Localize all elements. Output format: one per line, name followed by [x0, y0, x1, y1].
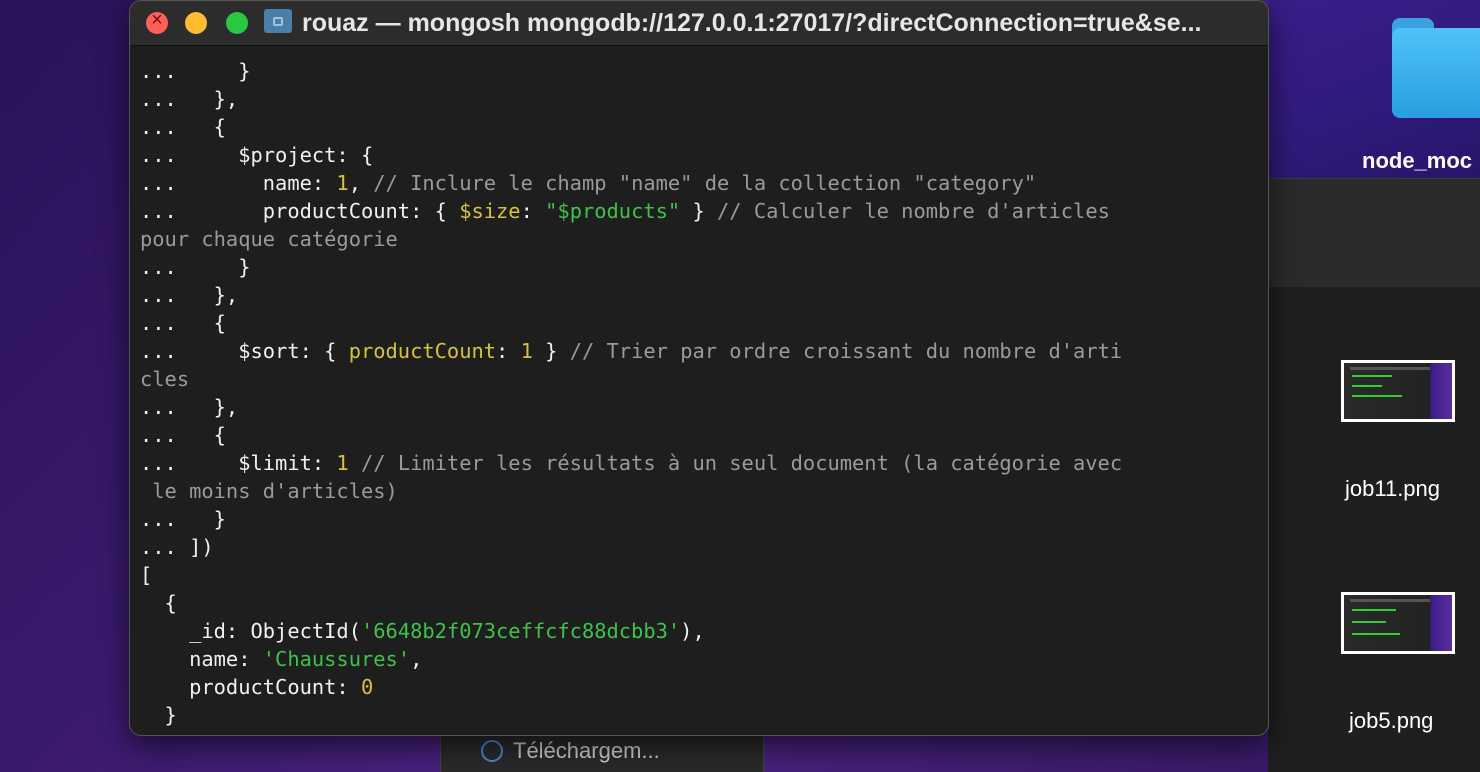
finder-toolbar-strip — [1268, 178, 1480, 288]
terminal-text: } — [532, 339, 570, 363]
terminal-text: 1 — [520, 339, 533, 363]
terminal-text: // Limiter les résultats à un seul docum… — [360, 451, 1123, 475]
minimize-window-button[interactable] — [185, 12, 207, 34]
close-window-button[interactable] — [146, 9, 168, 34]
terminal-text: ... $limit: — [140, 451, 337, 475]
terminal-line: cles — [140, 365, 1260, 393]
terminal-text: 'Chaussures' — [262, 647, 411, 671]
terminal-line: ... name: 1, // Inclure le champ "name" … — [140, 169, 1260, 197]
terminal-text: ... $sort: { — [140, 339, 349, 363]
terminal-text: ... }, — [140, 395, 239, 419]
terminal-text: productCount — [348, 339, 497, 363]
folder-label[interactable]: node_moc — [1362, 148, 1472, 174]
terminal-line: le moins d'articles) — [140, 477, 1260, 505]
file-thumbnail-job11[interactable] — [1341, 360, 1455, 422]
terminal-text: name: — [140, 647, 263, 671]
terminal-text: [ — [140, 563, 153, 587]
terminal-text: } — [140, 703, 177, 727]
terminal-text: ... } — [140, 59, 251, 83]
terminal-text: : — [496, 339, 521, 363]
terminal-line: pour chaque catégorie — [140, 225, 1260, 253]
terminal-text: $size — [459, 199, 521, 223]
terminal-text: ... }, — [140, 87, 239, 111]
terminal-text: ... } — [140, 255, 251, 279]
terminal-line: ... $project: { — [140, 141, 1260, 169]
terminal-text: pour chaque catégorie — [140, 227, 398, 251]
downloads-label: Téléchargem... — [513, 737, 660, 763]
file-thumbnail-job5[interactable] — [1341, 592, 1455, 654]
terminal-line: ... $sort: { productCount: 1 } // Trier … — [140, 337, 1260, 365]
terminal-line: ... { — [140, 421, 1260, 449]
terminal-text: ... { — [140, 423, 226, 447]
window-title: rouaz — mongosh mongodb://127.0.0.1:2701… — [302, 9, 1202, 37]
terminal-text: , — [348, 171, 374, 195]
terminal-text: 1 — [336, 451, 349, 475]
terminal-line: ... } — [140, 57, 1260, 85]
terminal-line: ... productCount: { $size: "$products" }… — [140, 197, 1260, 225]
terminal-text: // Inclure le champ "name" de la collect… — [373, 171, 1037, 195]
terminal-line: _id: ObjectId('6648b2f073ceffcfc88dcbb3'… — [140, 617, 1260, 645]
file-label-job11[interactable]: job11.png — [1345, 476, 1440, 502]
terminal-text: ... } — [140, 507, 226, 531]
terminal-line: ... } — [140, 505, 1260, 533]
folder-icon[interactable] — [1392, 18, 1480, 118]
terminal-line: ... $limit: 1 // Limiter les résultats à… — [140, 449, 1260, 477]
download-icon — [481, 739, 503, 762]
terminal-line: ... }, — [140, 393, 1260, 421]
terminal-text: ... name: — [140, 171, 337, 195]
terminal-line: ... ]) — [140, 533, 1260, 561]
terminal-text: , — [410, 647, 423, 671]
terminal-text: ... productCount: { — [140, 199, 460, 223]
terminal-text: ... ]) — [140, 535, 214, 559]
terminal-text: productCount: — [140, 675, 361, 699]
file-label-job5[interactable]: job5.png — [1349, 708, 1433, 734]
terminal-window[interactable]: rouaz — mongosh mongodb://127.0.0.1:2701… — [129, 0, 1269, 736]
terminal-text: // Trier par ordre croissant du nombre d… — [569, 339, 1123, 363]
terminal-line: ... } — [140, 253, 1260, 281]
terminal-text: '6648b2f073ceffcfc88dcbb3' — [360, 619, 681, 643]
terminal-line: ... }, — [140, 85, 1260, 113]
terminal-text: } — [680, 199, 718, 223]
title-bar[interactable]: rouaz — mongosh mongodb://127.0.0.1:2701… — [130, 1, 1268, 46]
terminal-line: productCount: 0 — [140, 673, 1260, 701]
terminal-line: [ — [140, 561, 1260, 589]
terminal-line: ... { — [140, 309, 1260, 337]
terminal-text: // Calculer le nombre d'articles — [717, 199, 1110, 223]
terminal-text: 0 — [360, 675, 374, 699]
terminal-text: ... }, — [140, 283, 239, 307]
terminal-text: { — [140, 591, 177, 615]
terminal-line: { — [140, 589, 1260, 617]
terminal-text: ), — [680, 619, 705, 643]
terminal-text: cles — [140, 367, 190, 391]
terminal-text: : — [520, 199, 546, 223]
terminal-text: ... $project: { — [140, 143, 374, 167]
terminal-text: le moins d'articles) — [140, 479, 398, 503]
zoom-window-button[interactable] — [226, 12, 248, 34]
terminal-text: 1 — [336, 171, 349, 195]
terminal-text: _id: ObjectId( — [140, 619, 361, 643]
terminal-line: ... }, — [140, 281, 1260, 309]
home-folder-icon — [264, 9, 292, 33]
terminal-output[interactable]: ... }... },... {... $project: {... name:… — [140, 57, 1260, 729]
terminal-text: ... { — [140, 311, 226, 335]
terminal-line: } — [140, 701, 1260, 729]
terminal-line: name: 'Chaussures', — [140, 645, 1260, 673]
terminal-text: "$products" — [545, 199, 681, 223]
terminal-line: ... { — [140, 113, 1260, 141]
terminal-text: ... { — [140, 115, 226, 139]
